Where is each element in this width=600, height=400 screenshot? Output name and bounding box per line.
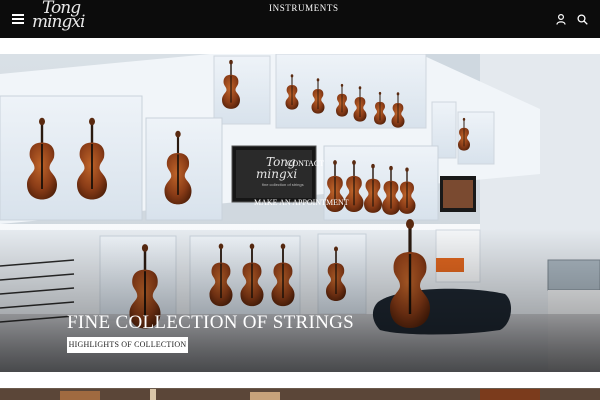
- next-section-preview: [0, 388, 600, 400]
- screen-logo-tagline: fine collection of strings: [262, 182, 304, 187]
- hamburger-menu-icon[interactable]: [12, 14, 24, 24]
- nav-instruments-link[interactable]: INSTRUMENTS: [269, 3, 339, 13]
- hero-title: FINE COLLECTION OF STRINGS: [67, 312, 355, 333]
- brand-logo[interactable]: Tong mingxi: [32, 0, 90, 34]
- make-appointment-link[interactable]: MAKE AN APPOINTMENT: [254, 198, 349, 207]
- section-photo: [0, 389, 600, 400]
- user-icon[interactable]: [556, 14, 566, 25]
- top-navigation-bar: Tong mingxi INSTRUMENTS: [0, 0, 600, 38]
- logo-line-2: mingxi: [32, 12, 85, 32]
- screen-logo-line-2: mingxi: [256, 167, 297, 181]
- hero-banner: Tong mingxi fine collection of strings C…: [0, 54, 600, 372]
- contact-link[interactable]: CONTACT: [287, 159, 324, 168]
- highlights-button[interactable]: HIGHLIGHTS OF COLLECTION: [67, 337, 188, 353]
- search-icon[interactable]: [577, 14, 588, 25]
